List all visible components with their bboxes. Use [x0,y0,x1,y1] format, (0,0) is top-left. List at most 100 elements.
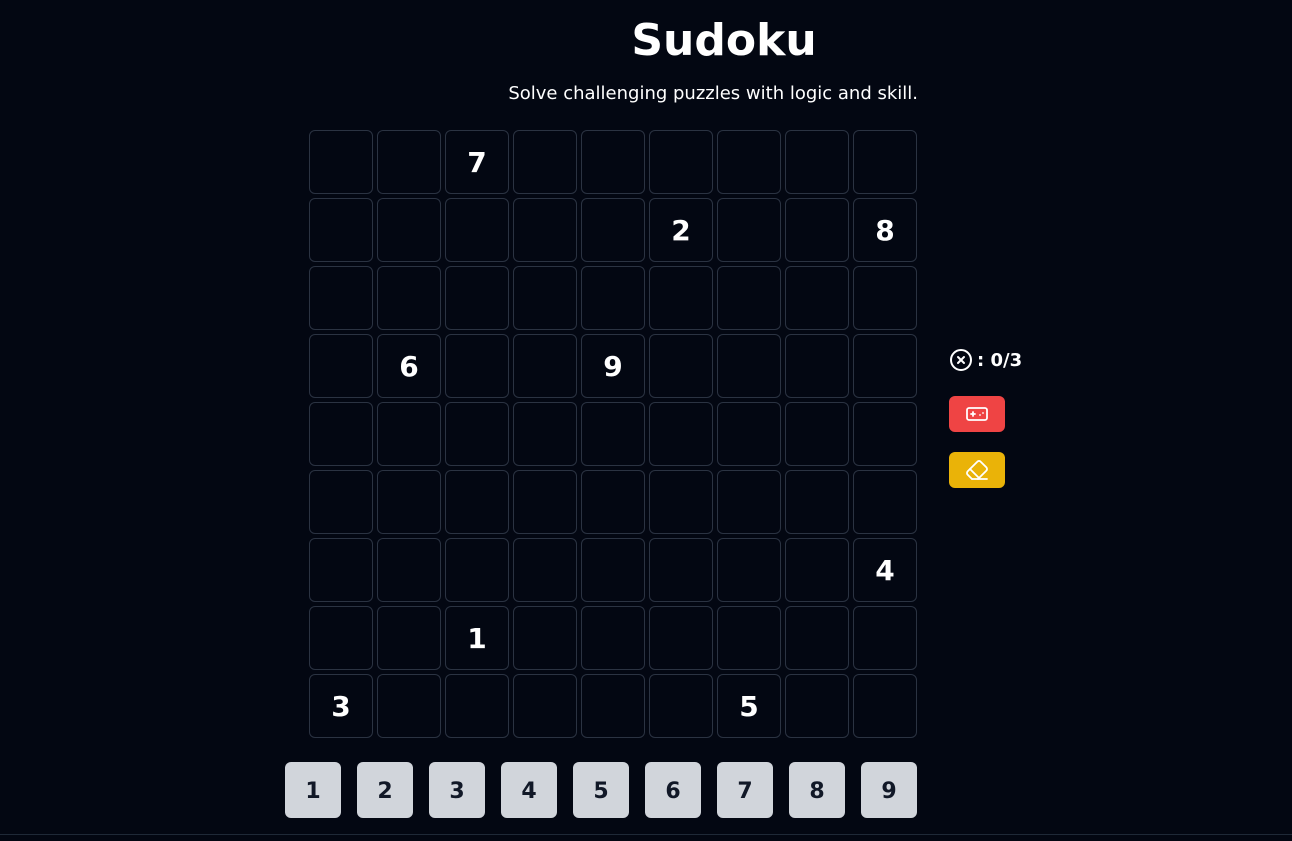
board-cell[interactable] [649,334,713,398]
numpad-button[interactable]: 9 [861,762,917,818]
board-cell[interactable]: 2 [649,198,713,262]
eraser-icon [966,460,988,480]
mistakes-counter: : 0/3 [949,346,1022,374]
board-cell[interactable]: 1 [445,606,509,670]
board-cell[interactable] [309,334,373,398]
board-cell[interactable] [581,402,645,466]
board-cell[interactable] [513,402,577,466]
board-cell[interactable] [513,198,577,262]
bottom-divider [0,834,1292,835]
board-cell[interactable] [445,334,509,398]
board-cell[interactable]: 7 [445,130,509,194]
board-cell[interactable] [377,606,441,670]
board-cell[interactable] [377,470,441,534]
board-cell[interactable] [513,334,577,398]
board-cell[interactable] [853,470,917,534]
board-cell[interactable] [785,538,849,602]
board-cell[interactable] [581,130,645,194]
board-cell[interactable]: 4 [853,538,917,602]
board-cell[interactable] [717,538,781,602]
board-cell[interactable] [513,266,577,330]
numpad-button[interactable]: 8 [789,762,845,818]
board-cell[interactable]: 3 [309,674,373,738]
board-cell[interactable] [445,538,509,602]
board-cell[interactable] [581,606,645,670]
board-cell[interactable] [377,266,441,330]
board-cell[interactable] [853,606,917,670]
board-cell[interactable] [649,538,713,602]
board-cell[interactable]: 5 [717,674,781,738]
board-cell[interactable] [309,470,373,534]
board-cell[interactable] [445,402,509,466]
board-cell[interactable] [785,130,849,194]
board-cell[interactable] [649,606,713,670]
board-cell[interactable] [717,130,781,194]
board-cell[interactable] [785,402,849,466]
board-cell[interactable] [717,470,781,534]
board-cell[interactable] [785,470,849,534]
board-cell[interactable] [581,538,645,602]
board-cell[interactable] [445,266,509,330]
board-cell[interactable] [513,470,577,534]
board-cell[interactable] [853,130,917,194]
numpad-button[interactable]: 7 [717,762,773,818]
board-cell[interactable] [309,266,373,330]
numpad-button[interactable]: 6 [645,762,701,818]
board-cell[interactable] [649,266,713,330]
new-game-button[interactable] [949,396,1005,432]
board-cell[interactable] [309,198,373,262]
board-cell[interactable] [853,266,917,330]
board-cell[interactable] [649,470,713,534]
board-cell[interactable] [717,606,781,670]
board-cell[interactable]: 8 [853,198,917,262]
board-cell[interactable] [513,674,577,738]
board-cell[interactable] [513,130,577,194]
number-pad: 123456789 [285,762,917,818]
sudoku-page: Sudoku Solve challenging puzzles with lo… [0,0,1292,841]
board-cell[interactable] [377,198,441,262]
board-cell[interactable] [581,198,645,262]
board-cell[interactable] [717,334,781,398]
numpad-button[interactable]: 5 [573,762,629,818]
board-cell[interactable] [581,266,645,330]
numpad-button[interactable]: 2 [357,762,413,818]
board-cell[interactable] [717,266,781,330]
board-cell[interactable] [649,130,713,194]
numpad-button[interactable]: 1 [285,762,341,818]
board-cell[interactable] [377,674,441,738]
board-cell[interactable] [309,606,373,670]
board-cell[interactable] [445,470,509,534]
board-cell[interactable] [581,674,645,738]
board-cell[interactable] [853,402,917,466]
erase-button[interactable] [949,452,1005,488]
board-cell[interactable]: 6 [377,334,441,398]
board-cell[interactable] [649,402,713,466]
board-cell[interactable] [445,674,509,738]
board-cell[interactable] [309,130,373,194]
page-subtitle: Solve challenging puzzles with logic and… [508,83,918,104]
board-cell[interactable] [581,470,645,534]
board-cell[interactable] [445,198,509,262]
board-cell[interactable] [309,402,373,466]
board-cell[interactable] [377,402,441,466]
gamepad-icon [966,407,988,421]
board-cell[interactable] [717,198,781,262]
board-cell[interactable] [309,538,373,602]
board-cell[interactable] [853,334,917,398]
board-cell[interactable] [513,538,577,602]
board-cell[interactable] [785,198,849,262]
board-cell[interactable]: 9 [581,334,645,398]
board-cell[interactable] [377,130,441,194]
board-cell[interactable] [785,334,849,398]
board-cell[interactable] [377,538,441,602]
page-title: Sudoku [631,15,817,66]
numpad-button[interactable]: 3 [429,762,485,818]
board-cell[interactable] [785,606,849,670]
board-cell[interactable] [853,674,917,738]
numpad-button[interactable]: 4 [501,762,557,818]
board-cell[interactable] [785,674,849,738]
board-cell[interactable] [649,674,713,738]
board-cell[interactable] [513,606,577,670]
board-cell[interactable] [717,402,781,466]
board-cell[interactable] [785,266,849,330]
